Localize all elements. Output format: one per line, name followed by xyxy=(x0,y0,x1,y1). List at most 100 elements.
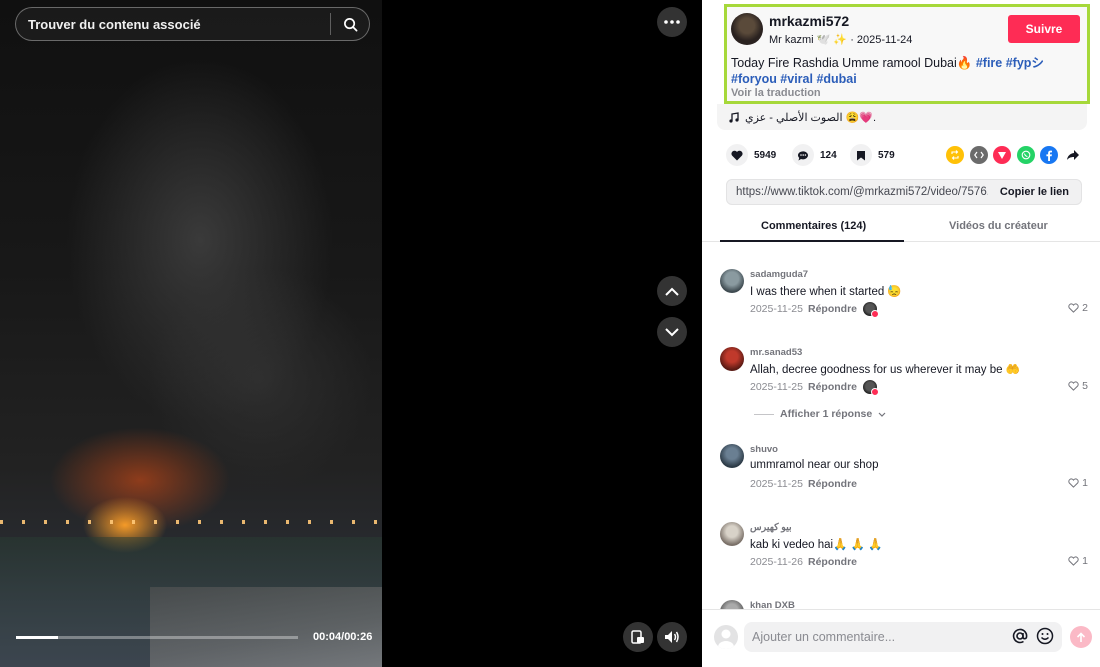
video-description: Today Fire Rashdia Umme ramool Dubai🔥 #f… xyxy=(731,55,1081,87)
creator-nickname: Mr kazmi 🕊️ ✨ xyxy=(769,34,848,46)
copy-link-button[interactable]: Copier le lien xyxy=(988,186,1081,198)
search-icon xyxy=(343,17,357,31)
description-text: Today Fire Rashdia Umme ramool Dubai🔥 xyxy=(731,56,976,70)
reply-button[interactable]: Répondre xyxy=(808,556,857,568)
picture-in-picture-button[interactable] xyxy=(623,622,653,652)
commenter-username[interactable]: بیو کھیرس xyxy=(750,522,792,533)
commenter-username[interactable]: shuvo xyxy=(750,444,778,455)
comment-text: I was there when it started 😓 xyxy=(750,286,902,298)
comment-like-count: 1 xyxy=(1082,477,1088,489)
creator-info-card: mrkazmi572 Mr kazmi 🕊️ ✨ · 2025-11-24 Su… xyxy=(724,4,1090,104)
facebook-icon[interactable] xyxy=(1040,146,1058,164)
comment-item: بیو کھیرس kab ki vedeo hai🙏 🙏 🙏 2025-11-… xyxy=(702,522,1100,592)
comment-like-count: 5 xyxy=(1082,380,1088,392)
video-scene-road xyxy=(150,587,382,667)
emoji-icon[interactable] xyxy=(1036,627,1054,645)
comment-bubble-icon xyxy=(792,144,814,166)
music-title: الصوت الأصلي - عزي 😩💗. xyxy=(745,111,877,124)
send-to-friends-icon[interactable] xyxy=(993,146,1011,164)
comment-like-count: 1 xyxy=(1082,555,1088,567)
comment-item: khan DXB xyxy=(702,600,1100,609)
commenter-username[interactable]: mr.sanad53 xyxy=(750,347,802,358)
hashtags-line-1[interactable]: #fire #fypシ xyxy=(976,56,1044,70)
music-note-icon xyxy=(729,111,739,123)
related-search-bar xyxy=(15,7,370,41)
view-replies-button[interactable]: Afficher 1 réponse xyxy=(754,408,886,420)
video-progress-bar[interactable] xyxy=(16,636,298,639)
heart-icon xyxy=(726,144,748,166)
more-options-button[interactable] xyxy=(657,7,687,37)
creator-liked-badge xyxy=(863,380,879,396)
creator-nickname-line: Mr kazmi 🕊️ ✨ · 2025-11-24 xyxy=(769,33,912,46)
commenter-username[interactable]: sadamguda7 xyxy=(750,269,808,280)
reply-button[interactable]: Répondre xyxy=(808,478,857,490)
comment-item: sadamguda7 I was there when it started 😓… xyxy=(702,269,1100,339)
mention-icon[interactable] xyxy=(1012,628,1028,644)
comment-button[interactable]: 124 xyxy=(792,144,837,166)
comment-text: Allah, decree goodness for us wherever i… xyxy=(750,364,1021,376)
volume-icon xyxy=(665,631,679,643)
comment-like-button[interactable]: 1 xyxy=(1068,555,1088,567)
creator-liked-badge xyxy=(863,302,879,318)
save-button[interactable]: 579 xyxy=(850,144,895,166)
heart-outline-icon xyxy=(1068,478,1079,488)
hashtags-line-2[interactable]: #foryou #viral #dubai xyxy=(731,72,857,86)
comment-like-button[interactable]: 1 xyxy=(1068,477,1088,489)
volume-button[interactable] xyxy=(657,622,687,652)
previous-video-button[interactable] xyxy=(657,276,687,306)
search-button[interactable] xyxy=(331,8,369,40)
commenter-avatar[interactable] xyxy=(720,347,744,371)
commenter-username[interactable]: khan DXB xyxy=(750,600,795,609)
reply-button[interactable]: Répondre xyxy=(808,381,857,393)
commenter-avatar[interactable] xyxy=(720,600,744,609)
video-link-url[interactable]: https://www.tiktok.com/@mrkazmi572/video… xyxy=(727,186,988,198)
video-player[interactable]: 00:04/00:26 xyxy=(0,0,382,667)
whatsapp-icon[interactable] xyxy=(1017,146,1035,164)
pip-icon xyxy=(631,630,644,644)
commenter-avatar[interactable] xyxy=(720,444,744,468)
comment-like-button[interactable]: 5 xyxy=(1068,380,1088,392)
chevron-down-icon xyxy=(878,412,886,417)
comments-list: sadamguda7 I was there when it started 😓… xyxy=(702,243,1100,609)
arrow-up-icon xyxy=(1076,631,1086,642)
bookmark-icon xyxy=(850,144,872,166)
music-row[interactable]: الصوت الأصلي - عزي 😩💗. xyxy=(717,104,1087,130)
creator-avatar[interactable] xyxy=(731,13,763,45)
share-arrow-icon[interactable] xyxy=(1064,146,1082,164)
comment-date: 2025-11-25 xyxy=(750,303,803,315)
comment-text: ummramol near our shop xyxy=(750,459,879,471)
comment-like-button[interactable]: 2 xyxy=(1068,302,1088,314)
creator-username[interactable]: mrkazmi572 xyxy=(769,13,849,29)
video-link-box: https://www.tiktok.com/@mrkazmi572/video… xyxy=(726,179,1082,205)
commenter-avatar[interactable] xyxy=(720,522,744,546)
follow-button[interactable]: Suivre xyxy=(1008,15,1080,43)
next-video-button[interactable] xyxy=(657,317,687,347)
see-translation-link[interactable]: Voir la traduction xyxy=(731,87,821,99)
default-user-icon xyxy=(718,629,734,649)
heart-outline-icon xyxy=(1068,556,1079,566)
tab-comments[interactable]: Commentaires (124) xyxy=(761,220,866,232)
action-bar: 5949 124 579 xyxy=(726,144,1086,168)
details-panel: mrkazmi572 Mr kazmi 🕊️ ✨ · 2025-11-24 Su… xyxy=(702,0,1100,667)
post-date: 2025-11-24 xyxy=(856,34,913,46)
repost-icon[interactable] xyxy=(946,146,964,164)
chevron-up-icon xyxy=(665,287,679,296)
like-count: 5949 xyxy=(754,149,777,161)
tab-creator-videos[interactable]: Vidéos du créateur xyxy=(949,220,1048,232)
post-comment-button[interactable] xyxy=(1070,626,1092,648)
comment-text: kab ki vedeo hai🙏 🙏 🙏 xyxy=(750,539,883,551)
heart-outline-icon xyxy=(1068,303,1079,313)
embed-code-icon[interactable] xyxy=(970,146,988,164)
video-time: 00:04/00:26 xyxy=(313,631,373,643)
commenter-avatar[interactable] xyxy=(720,269,744,293)
comment-like-count: 2 xyxy=(1082,302,1088,314)
replies-line xyxy=(754,413,774,415)
comment-date: 2025-11-25 xyxy=(750,381,803,393)
comment-date: 2025-11-26 xyxy=(750,556,803,568)
like-button[interactable]: 5949 xyxy=(726,144,776,166)
related-search-input[interactable] xyxy=(16,8,330,40)
app-root: 00:04/00:26 mrkazmi572 Mr kazmi 🕊️ ✨ · 2… xyxy=(0,0,1100,667)
reply-button[interactable]: Répondre xyxy=(808,303,857,315)
more-dots-icon xyxy=(664,20,680,24)
comment-date: 2025-11-25 xyxy=(750,478,803,490)
